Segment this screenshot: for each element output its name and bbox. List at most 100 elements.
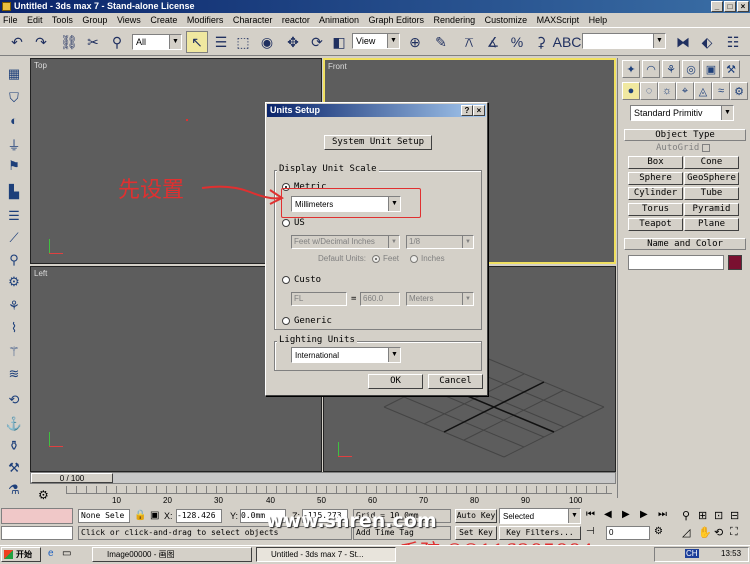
current-frame-field[interactable]: 0 (606, 526, 650, 540)
object-type-rollout[interactable]: Object Type (624, 129, 746, 141)
scale-icon[interactable]: ◧ (328, 31, 350, 53)
go-to-start-icon[interactable]: ⏮ (586, 509, 595, 520)
torus-button[interactable]: Torus (628, 203, 683, 216)
tool-icon-2[interactable]: ⛉ (4, 88, 24, 108)
undo-icon[interactable]: ↶ (6, 31, 28, 53)
move-icon[interactable]: ✥ (282, 31, 304, 53)
absolute-mode-icon[interactable]: ▣ (150, 510, 159, 521)
menu-modifiers[interactable]: Modifiers (187, 15, 224, 25)
rect-selection-icon[interactable]: ⬚ (232, 31, 254, 53)
dialog-title-bar[interactable]: Units Setup ? × (267, 104, 486, 117)
tool-icon-17[interactable]: ⚱ (4, 436, 24, 456)
menu-rendering[interactable]: Rendering (434, 15, 476, 25)
tool-icon-9[interactable]: ⚲ (4, 250, 24, 270)
rotate-icon[interactable]: ⟳ (306, 31, 328, 53)
start-button[interactable]: 开始 (1, 547, 41, 562)
tool-icon-1[interactable]: ▦ (4, 64, 24, 84)
menu-help[interactable]: Help (589, 15, 608, 25)
menu-tools[interactable]: Tools (52, 15, 73, 25)
menu-graph-editors[interactable]: Graph Editors (369, 15, 425, 25)
angle-snap-icon[interactable]: ∡ (482, 31, 504, 53)
track-bar-icon[interactable]: ⚙ (38, 488, 49, 502)
next-frame-icon[interactable]: ▶ (640, 509, 648, 520)
teapot-button[interactable]: Teapot (628, 218, 683, 231)
select-by-name-icon[interactable]: ☰ (210, 31, 232, 53)
quicklaunch-icon[interactable]: ▭ (62, 548, 71, 559)
tool-icon-10[interactable]: ⚙ (4, 272, 24, 292)
name-color-rollout[interactable]: Name and Color (624, 238, 746, 250)
cone-button[interactable]: Cone (684, 156, 739, 169)
snap-toggle-icon[interactable]: ⚻ (458, 31, 480, 53)
object-color-swatch[interactable] (728, 255, 742, 270)
go-to-end-icon[interactable]: ⏭ (658, 509, 667, 520)
sphere-button[interactable]: Sphere (628, 172, 683, 185)
play-icon[interactable]: ▶ (622, 509, 630, 520)
dialog-help-button[interactable]: ? (461, 105, 473, 116)
window-crossing-icon[interactable]: ◉ (256, 31, 278, 53)
tool-icon-18[interactable]: ⚒ (4, 458, 24, 478)
tool-icon-11[interactable]: ⚘ (4, 296, 24, 316)
geosphere-button[interactable]: GeoSphere (684, 172, 739, 185)
systems-icon[interactable]: ⚙ (730, 82, 748, 100)
tube-button[interactable]: Tube (684, 187, 739, 200)
menu-customize[interactable]: Customize (485, 15, 528, 25)
task-paint[interactable]: Image00000 - 画图 (92, 547, 252, 562)
unlink-icon[interactable]: ✂ (82, 31, 104, 53)
tool-icon-12[interactable]: ⌇ (4, 318, 24, 338)
select-object-icon[interactable]: ↖ (186, 31, 208, 53)
field-of-view-icon[interactable]: ◿ (682, 526, 690, 539)
generic-radio[interactable] (282, 317, 290, 325)
pan-icon[interactable]: ✋ (698, 526, 712, 539)
zoom-icon[interactable]: ⚲ (682, 509, 690, 522)
maxscript-listener[interactable] (1, 508, 73, 524)
menu-reactor[interactable]: reactor (282, 15, 310, 25)
custom-radio[interactable] (282, 276, 290, 284)
close-button[interactable]: × (737, 1, 749, 12)
menu-edit[interactable]: Edit (27, 15, 43, 25)
percent-snap-icon[interactable]: % (506, 31, 528, 53)
autogrid-checkbox[interactable] (702, 144, 710, 152)
cylinder-button[interactable]: Cylinder (628, 187, 683, 200)
dialog-close-button[interactable]: × (473, 105, 485, 116)
pivot-center-icon[interactable]: ⊕ (404, 31, 426, 53)
task-3dsmax[interactable]: Untitled - 3ds max 7 - St... (256, 547, 396, 562)
modify-tab-icon[interactable]: ◠ (642, 60, 660, 78)
menu-animation[interactable]: Animation (319, 15, 359, 25)
key-mode-dropdown[interactable]: Selected ▼ (499, 508, 581, 524)
shapes-icon[interactable]: ◌ (640, 82, 658, 100)
ie-icon[interactable]: e (48, 548, 54, 559)
select-manipulate-icon[interactable]: ✎ (430, 31, 452, 53)
window-title-bar[interactable]: Untitled - 3ds max 7 - Stand-alone Licen… (0, 0, 750, 13)
mirror-icon[interactable]: ⧓ (672, 31, 694, 53)
lighting-units-dropdown[interactable]: International ▼ (291, 347, 401, 363)
tool-icon-7[interactable]: ☰ (4, 206, 24, 226)
bind-space-warp-icon[interactable]: ⚲ (106, 31, 128, 53)
named-selection-dropdown[interactable]: ▼ (582, 33, 666, 49)
tool-icon-8[interactable]: ⟋ (4, 228, 24, 248)
zoom-all-icon[interactable]: ⊞ (698, 509, 707, 522)
auto-key-button[interactable]: Auto Key (455, 509, 497, 523)
create-tab-icon[interactable]: ✦ (622, 60, 640, 78)
menu-character[interactable]: Character (233, 15, 273, 25)
time-slider-thumb[interactable]: 0 / 100 (31, 473, 113, 483)
x-coordinate-field[interactable]: -128.426 (176, 509, 222, 523)
minimize-button[interactable]: _ (711, 1, 723, 12)
utilities-tab-icon[interactable]: ⚒ (722, 60, 740, 78)
align-icon[interactable]: ⬖ (696, 31, 718, 53)
language-indicator[interactable]: CH (685, 549, 699, 558)
tool-icon-13[interactable]: ⚚ (4, 342, 24, 362)
tool-icon-19[interactable]: ⚗ (4, 480, 24, 500)
menu-views[interactable]: Views (117, 15, 141, 25)
tool-icon-4[interactable]: ⏚ (4, 134, 24, 154)
motion-tab-icon[interactable]: ◎ (682, 60, 700, 78)
menu-group[interactable]: Group (82, 15, 107, 25)
pyramid-button[interactable]: Pyramid (684, 203, 739, 216)
link-icon[interactable]: ⛓ (58, 31, 80, 53)
zoom-extents-icon[interactable]: ⊡ (714, 509, 723, 522)
menu-file[interactable]: File (3, 15, 18, 25)
previous-frame-icon[interactable]: ◀ (604, 509, 612, 520)
menu-create[interactable]: Create (150, 15, 177, 25)
ok-button[interactable]: OK (368, 374, 423, 389)
tool-icon-16[interactable]: ⚓ (4, 414, 24, 434)
primitive-category-dropdown[interactable]: Standard Primitiv ▼ (630, 105, 734, 121)
